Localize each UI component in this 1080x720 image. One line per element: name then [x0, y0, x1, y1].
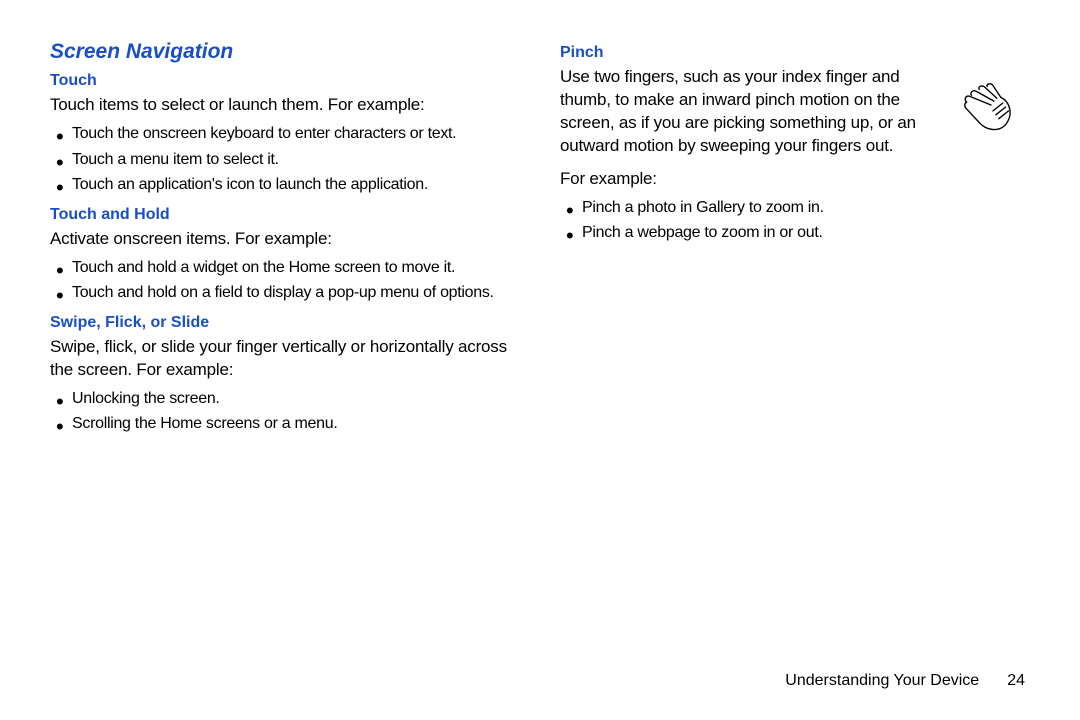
touch-hold-heading: Touch and Hold: [50, 206, 520, 224]
list-item: Touch and hold on a field to display a p…: [50, 280, 520, 306]
list-item: Scrolling the Home screens or a menu.: [50, 411, 520, 437]
swipe-intro: Swipe, flick, or slide your finger verti…: [50, 336, 520, 382]
page-footer: Understanding Your Device 24: [785, 672, 1025, 690]
touch-intro: Touch items to select or launch them. Fo…: [50, 94, 520, 117]
right-column: Pinch Use two fingers, such as your inde…: [560, 40, 1030, 445]
pinch-list: Pinch a photo in Gallery to zoom in. Pin…: [560, 195, 1030, 246]
touch-hold-intro: Activate onscreen items. For example:: [50, 228, 520, 251]
swipe-heading: Swipe, Flick, or Slide: [50, 314, 520, 332]
pinch-text-wrap: Use two fingers, such as your index fing…: [560, 66, 940, 162]
footer-page-number: 24: [1007, 672, 1025, 690]
list-item: Pinch a webpage to zoom in or out.: [560, 220, 1030, 246]
touch-heading: Touch: [50, 72, 520, 90]
left-column: Screen Navigation Touch Touch items to s…: [50, 40, 520, 445]
pinch-example-label: For example:: [560, 168, 1030, 191]
touch-list: Touch the onscreen keyboard to enter cha…: [50, 121, 520, 198]
pinch-hand-icon: [952, 68, 1030, 146]
list-item: Unlocking the screen.: [50, 386, 520, 412]
list-item: Touch a menu item to select it.: [50, 147, 520, 173]
swipe-list: Unlocking the screen. Scrolling the Home…: [50, 386, 520, 437]
list-item: Touch an application's icon to launch th…: [50, 172, 520, 198]
list-item: Touch the onscreen keyboard to enter cha…: [50, 121, 520, 147]
list-item: Touch and hold a widget on the Home scre…: [50, 255, 520, 281]
list-item: Pinch a photo in Gallery to zoom in.: [560, 195, 1030, 221]
pinch-row: Use two fingers, such as your index fing…: [560, 66, 1030, 162]
pinch-para: Use two fingers, such as your index fing…: [560, 66, 940, 158]
footer-chapter: Understanding Your Device: [785, 672, 979, 690]
touch-hold-list: Touch and hold a widget on the Home scre…: [50, 255, 520, 306]
content-columns: Screen Navigation Touch Touch items to s…: [50, 40, 1030, 445]
pinch-heading: Pinch: [560, 44, 1030, 62]
section-title: Screen Navigation: [50, 40, 520, 64]
